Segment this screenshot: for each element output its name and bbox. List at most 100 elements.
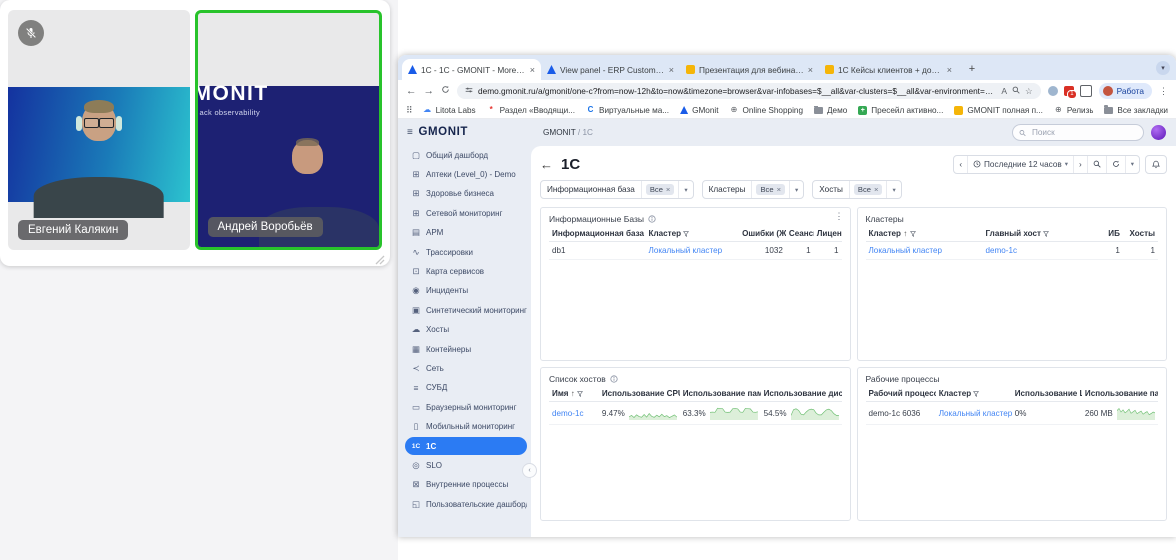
sidebar-item-dashboard[interactable]: ▢Общий дашборд bbox=[405, 146, 527, 164]
new-tab-button[interactable]: + bbox=[964, 61, 980, 77]
refresh-button[interactable] bbox=[1107, 156, 1126, 173]
alert-bell-button[interactable] bbox=[1145, 155, 1167, 174]
chip-remove-icon[interactable]: × bbox=[777, 185, 781, 194]
column-header[interactable]: Главный хост bbox=[983, 226, 1094, 242]
sidebar-item-traces[interactable]: ∿Трассировки bbox=[405, 243, 527, 261]
host-link[interactable]: demo-1c bbox=[552, 409, 584, 418]
zoom-out-button[interactable] bbox=[1088, 156, 1107, 173]
sidebar-item-hosts[interactable]: ☁Хосты bbox=[405, 321, 527, 339]
sidebar-item-network[interactable]: ≺Сеть bbox=[405, 359, 527, 377]
column-header[interactable]: Использование диска bbox=[761, 386, 842, 402]
sidebar-item-service-map[interactable]: ⊡Карта сервисов bbox=[405, 262, 527, 280]
sidebar-item-mobile-monitoring[interactable]: ▯Мобильный мониторинг bbox=[405, 417, 527, 435]
column-header[interactable]: Использование памяти ↓ bbox=[1082, 386, 1158, 402]
browser-menu-icon[interactable]: ⋮ bbox=[1159, 86, 1168, 97]
bookmark-item[interactable]: ⊕Online Shopping bbox=[729, 106, 803, 115]
column-header[interactable]: Использование памяти bbox=[680, 386, 761, 402]
column-header[interactable]: ИБ bbox=[1094, 226, 1123, 242]
browser-tab[interactable]: 1C - 1C - GMONIT - More ap...× bbox=[402, 59, 541, 80]
time-forward-button[interactable]: › bbox=[1074, 156, 1088, 173]
column-header[interactable]: Ошибки (ЖР) ↓ bbox=[739, 226, 786, 242]
sidebar-item-synthetic-monitoring[interactable]: ▣Синтетический мониторинг bbox=[405, 301, 527, 319]
filter-hosts[interactable]: Хосты Все× ▾ bbox=[812, 180, 901, 199]
forward-icon[interactable]: → bbox=[424, 85, 435, 97]
column-header[interactable]: Кластер ↑ bbox=[866, 226, 983, 242]
extension-icon[interactable] bbox=[1048, 86, 1058, 96]
site-settings-icon[interactable] bbox=[465, 86, 473, 96]
column-header[interactable]: Кластер bbox=[936, 386, 1012, 402]
info-icon[interactable] bbox=[610, 375, 618, 383]
filter-chip[interactable]: Все× bbox=[756, 184, 785, 195]
window-resize-handle[interactable] bbox=[374, 252, 385, 263]
bookmark-item[interactable]: GMonit bbox=[680, 106, 718, 115]
browser-tab[interactable]: Презентация для вебинар...× bbox=[680, 59, 819, 80]
profile-chip[interactable]: Работа bbox=[1099, 83, 1152, 99]
refresh-interval-caret[interactable]: ▾ bbox=[1126, 156, 1139, 173]
address-bar[interactable]: demo.gmonit.ru/a/gmonit/one-c?from=now-1… bbox=[457, 83, 1041, 99]
column-header[interactable]: Имя ↑ bbox=[549, 386, 599, 402]
tab-close-icon[interactable]: × bbox=[669, 65, 674, 75]
host-link[interactable]: demo-1c bbox=[986, 246, 1018, 255]
cluster-link[interactable]: Локальный кластер bbox=[939, 409, 1012, 418]
bookmark-item[interactable]: ☁Litota Labs bbox=[423, 106, 476, 115]
sidebar-collapse-icon[interactable]: ‹ bbox=[522, 463, 537, 478]
user-avatar[interactable] bbox=[1151, 125, 1166, 140]
column-header[interactable]: Лицензии bbox=[814, 226, 842, 242]
sidebar-item-browser-monitoring[interactable]: ▭Браузерный мониторинг bbox=[405, 398, 527, 416]
column-header[interactable]: Использование ЦПУ bbox=[1012, 386, 1082, 402]
extension-lock-icon[interactable]: 1 bbox=[1064, 86, 1074, 96]
bookmark-item[interactable]: *Раздел «Вводящи... bbox=[487, 106, 575, 115]
sidebar-item-containers[interactable]: ▦Контейнеры bbox=[405, 340, 527, 358]
column-header[interactable]: Рабочий процесс bbox=[866, 386, 936, 402]
sidebar-item-pharmacy-demo[interactable]: ⊞Аптеки (Level_0) - Demo bbox=[405, 165, 527, 183]
bookmark-star-icon[interactable]: ☆ bbox=[1025, 87, 1033, 96]
app-logo[interactable]: ≡ GMONIT bbox=[407, 126, 527, 138]
sidebar-item-network-monitoring[interactable]: ⊞Сетевой мониторинг bbox=[405, 204, 527, 222]
filter-chip[interactable]: Все× bbox=[646, 184, 675, 195]
sidebar-item-business-health[interactable]: ⊞Здоровье бизнеса bbox=[405, 185, 527, 203]
time-back-button[interactable]: ‹ bbox=[954, 156, 968, 173]
sidebar-item-dbms[interactable]: ≡СУБД bbox=[405, 379, 527, 397]
column-header[interactable]: Информационная база bbox=[549, 226, 646, 242]
bookmark-item[interactable]: GMONIT полная п... bbox=[954, 106, 1043, 115]
url-text[interactable]: demo.gmonit.ru/a/gmonit/one-c?from=now-1… bbox=[478, 86, 996, 96]
tab-close-icon[interactable]: × bbox=[808, 65, 813, 75]
tab-search-chevron-icon[interactable]: ▾ bbox=[1156, 61, 1170, 75]
breadcrumb[interactable]: GMONIT / 1C bbox=[543, 128, 593, 137]
chip-remove-icon[interactable]: × bbox=[874, 185, 878, 194]
sidebar-item-internal-processes[interactable]: ⊠Внутренние процессы bbox=[405, 476, 527, 494]
column-header[interactable]: Кластер bbox=[646, 226, 740, 242]
bookmark-item[interactable]: ⊕Релизы GMonit bbox=[1054, 106, 1093, 115]
back-arrow-icon[interactable]: ← bbox=[540, 158, 553, 171]
app-search[interactable] bbox=[1012, 124, 1144, 141]
column-header[interactable]: Использование CPU bbox=[599, 386, 680, 402]
bookmark-item[interactable]: CВиртуальные ма... bbox=[586, 106, 669, 115]
sidebar-item-1c[interactable]: 1С1С bbox=[405, 437, 527, 455]
chevron-down-icon[interactable]: ▾ bbox=[789, 181, 803, 198]
filter-infobase[interactable]: Информационная база Все× ▾ bbox=[540, 180, 694, 199]
reload-icon[interactable] bbox=[441, 85, 450, 97]
tab-close-icon[interactable]: × bbox=[530, 65, 535, 75]
search-icon[interactable] bbox=[1012, 86, 1020, 96]
time-range-picker[interactable]: Последние 12 часов ▾ bbox=[968, 156, 1074, 173]
filter-clusters[interactable]: Кластеры Все× ▾ bbox=[702, 180, 805, 199]
chip-remove-icon[interactable]: × bbox=[666, 185, 670, 194]
chevron-down-icon[interactable]: ▾ bbox=[678, 181, 692, 198]
search-input[interactable] bbox=[1030, 127, 1137, 138]
translate-icon[interactable]: A bbox=[1001, 87, 1007, 96]
bookmark-item[interactable]: +Пресейл активно... bbox=[858, 106, 943, 115]
panel-menu-icon[interactable]: ⋮ bbox=[835, 212, 844, 221]
column-header[interactable]: Сеансы bbox=[786, 226, 814, 242]
bookmark-item[interactable]: Демо bbox=[814, 106, 847, 115]
browser-tab[interactable]: 1С Кейсы клиентов + доп. ...× bbox=[819, 59, 958, 80]
tab-close-icon[interactable]: × bbox=[947, 65, 952, 75]
all-bookmarks-button[interactable]: Все закладки bbox=[1104, 106, 1168, 115]
browser-tab[interactable]: View panel - ERP Custom D...× bbox=[541, 59, 680, 80]
hamburger-icon[interactable]: ≡ bbox=[407, 127, 413, 138]
sidebar-item-slo[interactable]: ◎SLO bbox=[405, 456, 527, 474]
back-icon[interactable]: ← bbox=[406, 85, 417, 97]
cluster-link[interactable]: Локальный кластер bbox=[869, 246, 943, 255]
chevron-down-icon[interactable]: ▾ bbox=[886, 181, 900, 198]
sidebar-item-custom-dashboards[interactable]: ◱Пользовательские дашборды bbox=[405, 495, 527, 513]
side-panel-icon[interactable] bbox=[1080, 85, 1092, 97]
